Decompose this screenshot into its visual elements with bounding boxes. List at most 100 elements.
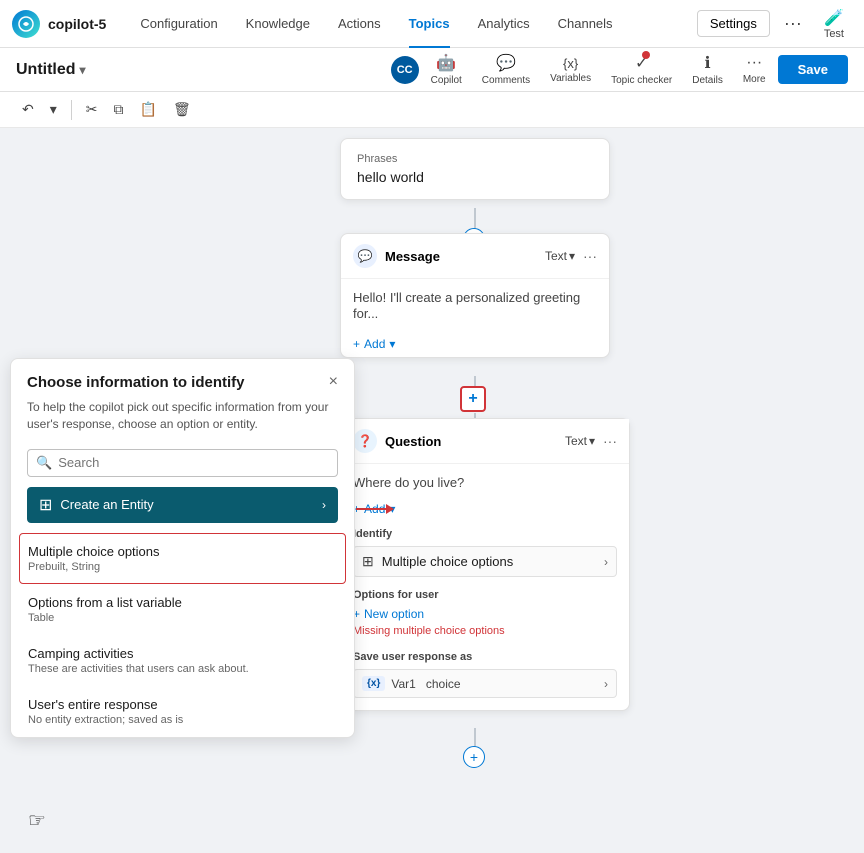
connector-line-1 bbox=[474, 208, 476, 230]
list-item-options-list[interactable]: Options from a list variable Table bbox=[11, 584, 354, 635]
variables-icon: {x} bbox=[563, 56, 578, 71]
message-add[interactable]: + Add ▾ bbox=[341, 331, 609, 357]
item-title-camping: Camping activities bbox=[28, 646, 337, 661]
phrases-value: hello world bbox=[357, 169, 593, 185]
redo-dropdown-button[interactable]: ▾ bbox=[44, 97, 63, 122]
nav-configuration[interactable]: Configuration bbox=[126, 0, 231, 48]
create-entity-chevron-icon: › bbox=[322, 498, 326, 512]
phrases-card: Phrases hello world bbox=[340, 138, 610, 200]
message-title: Message bbox=[385, 249, 537, 264]
panel-title: Choose information to identify bbox=[27, 374, 245, 391]
question-title: Question bbox=[385, 434, 557, 449]
copy-button[interactable]: ⧉ bbox=[108, 97, 130, 122]
item-sub-camping: These are activities that users can ask … bbox=[28, 663, 337, 675]
nav-links: Configuration Knowledge Actions Topics A… bbox=[126, 0, 693, 48]
sub-actions: CC 🤖 Copilot 💬 Comments {x} Variables ✓ … bbox=[391, 49, 848, 90]
comments-action[interactable]: 💬 Comments bbox=[474, 49, 538, 90]
question-more-icon[interactable]: ··· bbox=[603, 433, 617, 449]
nav-right: Settings ··· 🧪 Test bbox=[697, 4, 852, 44]
message-text[interactable]: Hello! I'll create a personalized greeti… bbox=[353, 290, 580, 321]
save-response-row[interactable]: {x} Var1 choice › bbox=[353, 669, 617, 698]
item-sub-entire-response: No entity extraction; saved as is bbox=[28, 714, 337, 726]
question-type[interactable]: Text ▾ bbox=[565, 434, 595, 448]
question-icon: ❓ bbox=[353, 429, 377, 453]
more-action[interactable]: ··· More bbox=[735, 50, 774, 89]
identify-icon: ⊞ bbox=[362, 553, 374, 570]
search-input[interactable] bbox=[58, 455, 329, 470]
topic-title: Untitled ▾ bbox=[16, 61, 383, 79]
item-sub-options-list: Table bbox=[28, 612, 337, 624]
test-button[interactable]: 🧪 Test bbox=[816, 4, 852, 44]
message-card: 💬 Message Text ▾ ··· Hello! I'll create … bbox=[340, 233, 610, 358]
question-card: ❓ Question Text ▾ ··· Where do you live?… bbox=[340, 418, 630, 711]
arrow-line bbox=[356, 508, 386, 510]
delete-button[interactable]: 🗑 bbox=[167, 97, 197, 122]
search-icon: 🔍 bbox=[36, 455, 52, 471]
item-title-entire-response: User's entire response bbox=[28, 697, 337, 712]
paste-button[interactable]: 📋 bbox=[134, 97, 163, 122]
message-type[interactable]: Text ▾ bbox=[545, 249, 575, 263]
message-icon: 💬 bbox=[353, 244, 377, 268]
var-row-chevron-icon: › bbox=[604, 677, 608, 691]
add-chevron-icon: ▾ bbox=[389, 337, 395, 351]
var-name: Var1 choice bbox=[391, 677, 598, 691]
panel-close-button[interactable]: × bbox=[329, 373, 338, 391]
type-chevron-icon: ▾ bbox=[569, 249, 575, 263]
identify-row[interactable]: ⊞ Multiple choice options › bbox=[353, 546, 617, 577]
arrow-indicator bbox=[356, 504, 394, 514]
var-badge: {x} bbox=[362, 676, 385, 691]
copilot-icon: 🤖 bbox=[436, 53, 456, 73]
arrow-head-icon bbox=[386, 504, 394, 514]
identify-value: Multiple choice options bbox=[382, 554, 596, 569]
save-button[interactable]: Save bbox=[778, 55, 848, 84]
item-sub-multiple-choice: Prebuilt, String bbox=[28, 561, 337, 573]
panel-description: To help the copilot pick out specific in… bbox=[11, 399, 354, 443]
add-icon: + bbox=[353, 337, 360, 351]
details-action[interactable]: ℹ Details bbox=[684, 49, 731, 90]
question-card-header: ❓ Question Text ▾ ··· bbox=[341, 419, 629, 464]
title-chevron-icon[interactable]: ▾ bbox=[80, 63, 86, 77]
message-card-header: 💬 Message Text ▾ ··· bbox=[341, 234, 609, 279]
nav-actions[interactable]: Actions bbox=[324, 0, 395, 48]
copilot-action[interactable]: 🤖 Copilot bbox=[423, 49, 470, 90]
nav-topics[interactable]: Topics bbox=[395, 0, 464, 48]
identify-label: Identify bbox=[353, 528, 617, 540]
variables-action[interactable]: {x} Variables bbox=[542, 52, 599, 88]
phrases-label: Phrases bbox=[357, 153, 593, 165]
topic-checker-badge bbox=[642, 51, 650, 59]
panel-header: Choose information to identify × bbox=[11, 359, 354, 399]
new-option-button[interactable]: + New option bbox=[353, 607, 617, 621]
create-entity-button[interactable]: ⊞ Create an Entity › bbox=[27, 487, 338, 523]
add-node-red[interactable]: + bbox=[460, 386, 486, 412]
list-item-multiple-choice[interactable]: Multiple choice options Prebuilt, String bbox=[19, 533, 346, 584]
missing-options-text: Missing multiple choice options bbox=[353, 625, 617, 637]
list-item-entire-response[interactable]: User's entire response No entity extract… bbox=[11, 686, 354, 737]
identify-section: Identify ⊞ Multiple choice options › bbox=[341, 522, 629, 585]
add-button-bottom[interactable]: + bbox=[463, 746, 485, 768]
nav-knowledge[interactable]: Knowledge bbox=[232, 0, 324, 48]
add-node-bottom[interactable]: + bbox=[463, 746, 485, 768]
test-icon: 🧪 bbox=[824, 8, 844, 28]
item-title-options-list: Options from a list variable bbox=[28, 595, 337, 610]
undo-button[interactable]: ↶ bbox=[16, 97, 40, 122]
message-body: Hello! I'll create a personalized greeti… bbox=[341, 279, 609, 331]
more-dots-icon[interactable]: ··· bbox=[778, 9, 808, 38]
topic-checker-action[interactable]: ✓ Topic checker bbox=[603, 49, 680, 90]
user-avatar: CC bbox=[391, 56, 419, 84]
choose-info-panel: Choose information to identify × To help… bbox=[10, 358, 355, 738]
message-more-icon[interactable]: ··· bbox=[583, 248, 597, 264]
topic-checker-icon: ✓ bbox=[635, 53, 648, 73]
app-logo bbox=[12, 10, 40, 38]
nav-channels[interactable]: Channels bbox=[544, 0, 627, 48]
more-icon: ··· bbox=[746, 54, 762, 72]
nav-analytics[interactable]: Analytics bbox=[464, 0, 544, 48]
identify-chevron-icon: › bbox=[604, 555, 608, 569]
details-icon: ℹ bbox=[705, 53, 711, 73]
add-button-red[interactable]: + bbox=[460, 386, 486, 412]
settings-button[interactable]: Settings bbox=[697, 10, 770, 37]
list-item-camping[interactable]: Camping activities These are activities … bbox=[11, 635, 354, 686]
question-text[interactable]: Where do you live? bbox=[353, 475, 464, 490]
panel-search-box[interactable]: 🔍 bbox=[27, 449, 338, 477]
cut-button[interactable]: ✂ bbox=[80, 97, 104, 122]
comments-icon: 💬 bbox=[496, 53, 516, 73]
